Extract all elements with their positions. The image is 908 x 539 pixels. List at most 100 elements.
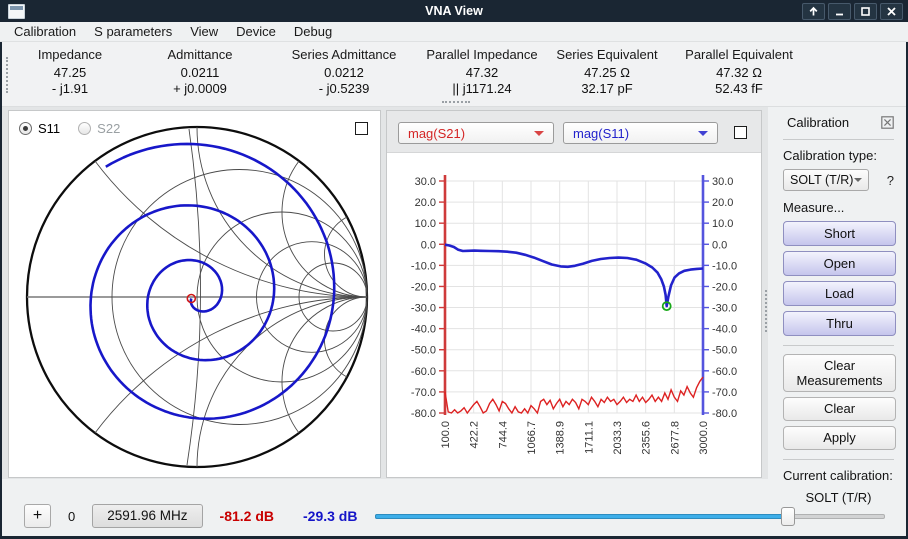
magnitude-plot-panel: mag(S21) mag(S11) 30.030.020.020.010.010… [386, 110, 762, 478]
marker-frequency-button[interactable]: 2591.96 MHz [92, 504, 202, 528]
svg-text:30.0: 30.0 [415, 176, 436, 188]
s11-radio[interactable] [19, 122, 32, 135]
readout-parallel-impedance: Parallel Impedance47.32|| j1171.24 [418, 47, 546, 97]
current-calibration-label: Current calibration: [783, 468, 894, 483]
svg-text:-60.0: -60.0 [411, 366, 436, 378]
svg-text:-50.0: -50.0 [712, 345, 737, 357]
readout-value-1: 47.32 Ω [668, 65, 810, 81]
s11-marker-value: -29.3 dB [303, 508, 357, 524]
svg-text:0.0: 0.0 [421, 239, 436, 251]
trace2-select-value: mag(S11) [573, 126, 629, 141]
slider-fill [375, 514, 788, 519]
readout-value-2: || j1171.24 [418, 81, 546, 97]
menu-view[interactable]: View [181, 22, 227, 41]
readout-parallel-equivalent: Parallel Equivalent47.32 Ω52.43 fF [668, 47, 810, 97]
svg-text:10.0: 10.0 [712, 218, 733, 230]
marker-frequency-slider[interactable] [375, 506, 885, 526]
detach-window-icon[interactable] [734, 126, 747, 139]
menu-s-parameters[interactable]: S parameters [85, 22, 181, 41]
dock-close-icon[interactable] [881, 116, 894, 129]
titlebar: VNA View [0, 0, 908, 22]
load-button[interactable]: Load [783, 281, 896, 306]
smith-chart [9, 111, 380, 477]
apply-button[interactable]: Apply [783, 426, 896, 450]
readout-label: Parallel Equivalent [668, 47, 810, 62]
window-controls [802, 3, 908, 20]
svg-text:-80.0: -80.0 [411, 408, 436, 420]
chevron-down-icon [534, 131, 544, 136]
svg-text:100.0: 100.0 [440, 421, 452, 449]
readout-label: Series Admittance [270, 47, 418, 62]
calibration-type-select[interactable]: SOLT (T/R) [783, 169, 869, 191]
minimize-button[interactable] [828, 3, 851, 20]
help-icon[interactable]: ? [887, 173, 894, 188]
trace2-select[interactable]: mag(S11) [563, 122, 718, 144]
readout-value-1: 47.25 [10, 65, 130, 81]
trace1-select-value: mag(S21) [408, 126, 465, 141]
close-button[interactable] [880, 3, 903, 20]
calibration-action-buttons: Clear Measurements Clear Apply [783, 354, 894, 450]
measurement-readouts: Impedance47.25- j1.91Admittance0.0211+ j… [2, 42, 906, 97]
svg-text:-10.0: -10.0 [411, 260, 436, 272]
readout-value-2: + j0.0009 [130, 81, 270, 97]
readout-series-admittance: Series Admittance0.0212- j0.5239 [270, 47, 418, 97]
svg-text:20.0: 20.0 [712, 197, 733, 209]
divider [783, 345, 894, 346]
svg-text:-30.0: -30.0 [712, 303, 737, 315]
svg-text:-20.0: -20.0 [712, 281, 737, 293]
menu-device[interactable]: Device [227, 22, 285, 41]
s22-radio-label[interactable]: S22 [97, 121, 120, 136]
s11-mag-trace [445, 245, 703, 306]
sidebar-drag-handle[interactable] [765, 290, 767, 332]
menu-debug[interactable]: Debug [285, 22, 341, 41]
svg-text:-30.0: -30.0 [411, 303, 436, 315]
toolbar-resize-handle[interactable] [442, 101, 470, 103]
clear-measurements-button[interactable]: Clear Measurements [783, 354, 896, 392]
detach-window-icon[interactable] [355, 122, 368, 135]
readout-impedance: Impedance47.25- j1.91 [10, 47, 130, 97]
divider [783, 459, 894, 460]
svg-text:2033.3: 2033.3 [612, 421, 624, 455]
s11-radio-label[interactable]: S11 [38, 121, 60, 136]
toolbar-drag-handle[interactable] [6, 57, 8, 93]
minimize-icon [834, 6, 845, 17]
maximize-button[interactable] [854, 3, 877, 20]
keep-above-button[interactable] [802, 3, 825, 20]
close-icon [886, 6, 897, 17]
thru-button[interactable]: Thru [783, 311, 896, 336]
svg-text:-80.0: -80.0 [712, 408, 737, 420]
measurement-toolbar: Impedance47.25- j1.91Admittance0.0211+ j… [2, 42, 906, 107]
svg-text:10.0: 10.0 [415, 218, 436, 230]
readout-value-2: - j1.91 [10, 81, 130, 97]
statusbar: + 0 2591.96 MHz -81.2 dB -29.3 dB [2, 496, 906, 536]
s22-radio[interactable] [78, 122, 91, 135]
svg-text:-40.0: -40.0 [712, 324, 737, 336]
short-button[interactable]: Short [783, 221, 896, 246]
smith-chart-header: S11 S22 [9, 111, 380, 145]
menu-calibration[interactable]: Calibration [5, 22, 85, 41]
slider-handle[interactable] [781, 507, 795, 526]
clear-button[interactable]: Clear [783, 397, 896, 421]
svg-text:-40.0: -40.0 [411, 324, 436, 336]
measure-buttons: Short Open Load Thru [783, 221, 894, 336]
readout-label: Admittance [130, 47, 270, 62]
magnitude-plot: 30.030.020.020.010.010.00.00.0-10.0-10.0… [387, 153, 761, 477]
svg-text:1066.7: 1066.7 [526, 421, 538, 455]
trace1-select[interactable]: mag(S21) [398, 122, 554, 144]
plot-header: mag(S21) mag(S11) [387, 111, 761, 153]
svg-text:-20.0: -20.0 [411, 281, 436, 293]
svg-text:3000.0: 3000.0 [698, 421, 710, 455]
main-area: Impedance47.25- j1.91Admittance0.0211+ j… [2, 42, 906, 536]
svg-text:-70.0: -70.0 [712, 387, 737, 399]
marker-index: 0 [68, 509, 75, 524]
s21-marker-value: -81.2 dB [220, 508, 274, 524]
svg-text:1388.9: 1388.9 [555, 421, 567, 455]
svg-text:2355.6: 2355.6 [641, 421, 653, 455]
maximize-icon [860, 6, 871, 17]
add-marker-button[interactable]: + [24, 504, 51, 528]
open-button[interactable]: Open [783, 251, 896, 276]
svg-text:422.2: 422.2 [469, 421, 481, 449]
chevron-down-icon [698, 131, 708, 136]
readout-series-equivalent: Series Equivalent47.25 Ω32.17 pF [546, 47, 668, 97]
app-window: VNA View CalibrationS parametersViewDevi… [0, 0, 908, 539]
